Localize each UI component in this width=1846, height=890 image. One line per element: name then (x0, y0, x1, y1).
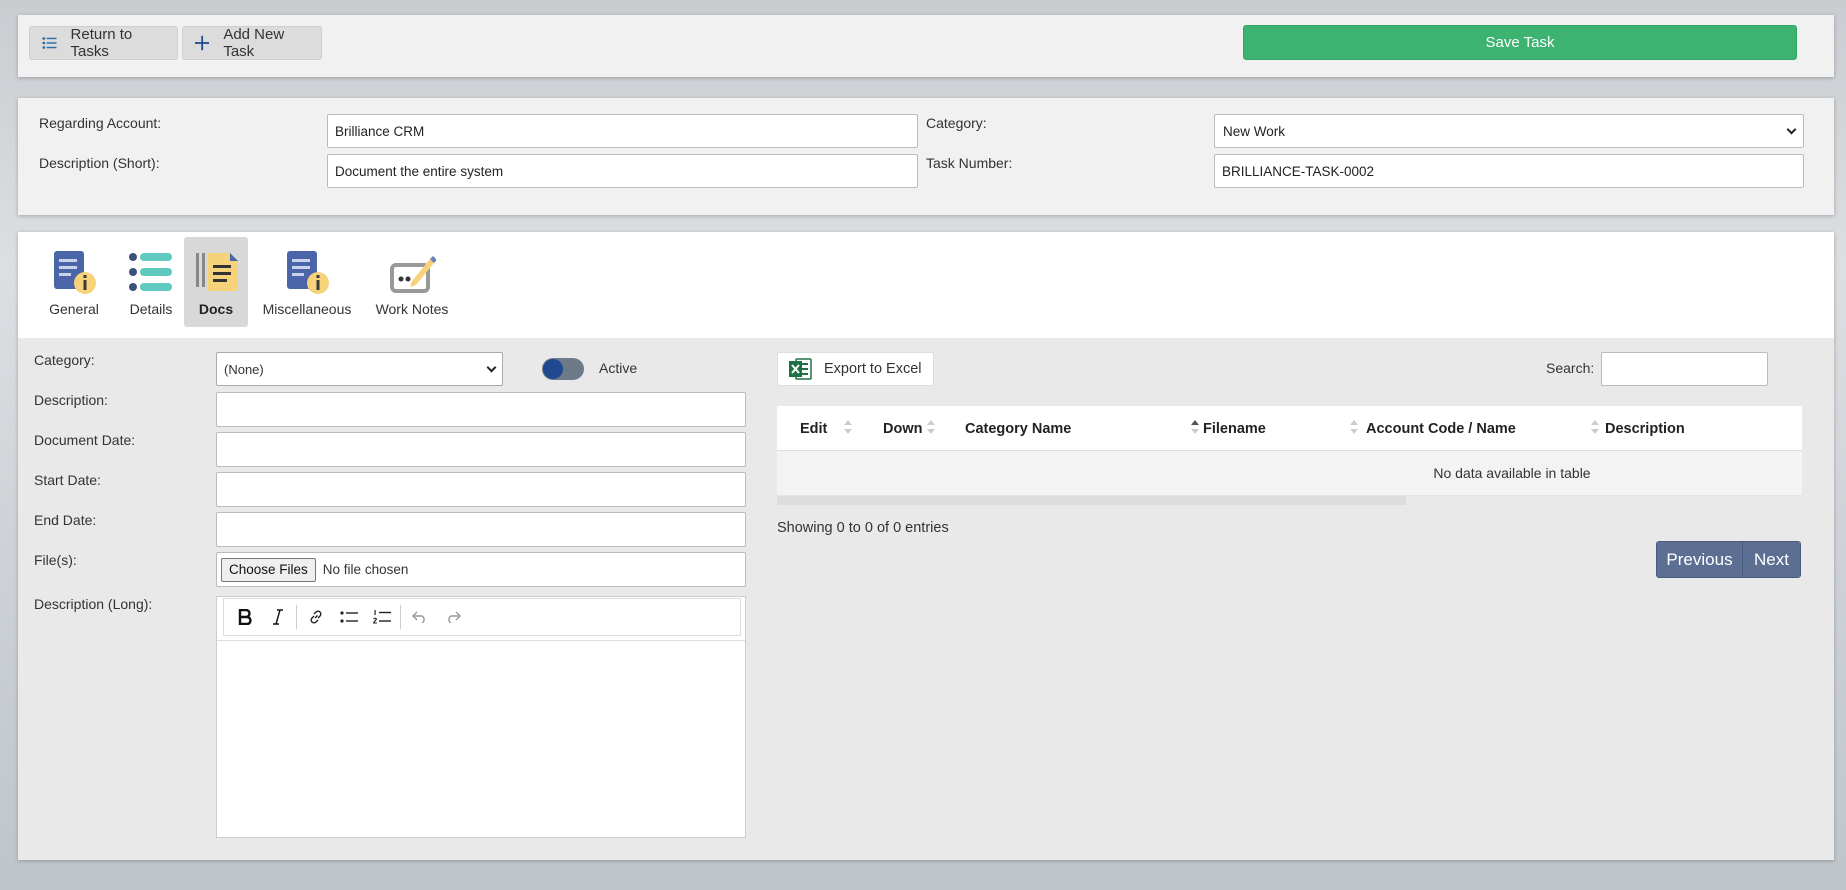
redo-icon (447, 611, 461, 623)
undo-button[interactable] (403, 602, 436, 632)
toolbar-divider (400, 605, 401, 629)
search-label: Search: (1546, 360, 1595, 376)
toolbar-divider (296, 605, 297, 629)
tab-miscellaneous-label: Miscellaneous (262, 301, 352, 317)
doc-description-input[interactable] (216, 392, 746, 427)
numbered-list-button[interactable] (365, 602, 398, 632)
start-date-input[interactable] (216, 472, 746, 507)
link-button[interactable] (299, 602, 332, 632)
tab-general-label: General (49, 301, 99, 317)
undo-icon (411, 611, 425, 623)
link-icon (309, 610, 322, 624)
next-page-button[interactable]: Next (1743, 542, 1800, 577)
add-new-task-label: Add New Task (223, 26, 285, 60)
notes-pencil-icon (390, 256, 436, 293)
document-info-icon (287, 251, 329, 294)
bold-button[interactable] (228, 602, 261, 632)
tab-general[interactable]: General (44, 237, 104, 327)
regarding-account-field[interactable]: Brilliance CRM (327, 114, 918, 148)
tab-miscellaneous[interactable]: Miscellaneous (258, 237, 356, 327)
entries-info: Showing 0 to 0 of 0 entries (777, 520, 949, 536)
short-description-field[interactable]: Document the entire system (327, 154, 918, 188)
no-file-chosen-text: No file chosen (322, 562, 409, 577)
column-header-category-name[interactable]: Category Name (965, 406, 1071, 451)
tab-work-notes[interactable]: Work Notes (370, 237, 454, 327)
task-number-label: Task Number: (926, 155, 1013, 171)
italic-button[interactable] (261, 602, 294, 632)
tab-docs-label: Docs (198, 301, 234, 317)
long-description-label: Description (Long): (34, 596, 153, 612)
excel-icon (789, 358, 812, 380)
regarding-account-label: Regarding Account: (39, 115, 162, 131)
list-icon (42, 37, 57, 49)
previous-page-button[interactable]: Previous (1657, 542, 1743, 577)
column-header-description[interactable]: Description (1605, 406, 1685, 451)
doc-category-label: Category: (34, 352, 95, 368)
empty-table-message: No data available in table (1433, 465, 1591, 481)
chevron-down-icon (486, 362, 497, 372)
doc-description-label: Description: (34, 392, 108, 408)
short-description-label: Description (Short): (39, 155, 160, 171)
column-header-edit[interactable]: Edit (800, 406, 827, 451)
files-label: File(s): (34, 552, 77, 568)
return-to-tasks-button[interactable]: Return to Tasks (29, 26, 178, 60)
column-header-filename[interactable]: Filename (1203, 406, 1266, 451)
export-to-excel-label: Export to Excel (824, 361, 922, 377)
italic-icon (272, 609, 283, 625)
export-to-excel-button[interactable]: Export to Excel (777, 352, 934, 386)
add-new-task-button[interactable]: Add New Task (182, 26, 322, 60)
main-panel: General Details Docs Miscellaneous Work … (18, 232, 1834, 860)
tab-bar: General Details Docs Miscellaneous Work … (18, 232, 1834, 338)
toggle-knob (543, 359, 563, 379)
category-select-value: New Work (1223, 123, 1286, 139)
task-header-form: Regarding Account: Brilliance CRM Catego… (18, 98, 1834, 215)
plus-icon (195, 35, 210, 51)
category-label: Category: (926, 115, 987, 131)
bullet-list-button[interactable] (332, 602, 365, 632)
long-description-editor (216, 596, 746, 838)
doc-category-value: (None) (224, 361, 264, 377)
end-date-input[interactable] (216, 512, 746, 547)
end-date-label: End Date: (34, 512, 97, 528)
task-number-field[interactable]: BRILLIANCE-TASK-0002 (1214, 154, 1804, 188)
doc-category-select[interactable]: (None) (216, 352, 503, 386)
active-toggle[interactable] (542, 358, 584, 380)
editor-toolbar (223, 598, 741, 636)
chevron-down-icon (1786, 124, 1797, 134)
sort-icon (844, 420, 852, 436)
bullet-list-icon (339, 611, 358, 623)
document-info-icon (54, 251, 96, 294)
grid-header: Edit Down Category Name Filename Account… (777, 406, 1802, 451)
bold-icon (238, 609, 252, 625)
return-to-tasks-label: Return to Tasks (70, 26, 133, 60)
table-row: No data available in table (777, 451, 1802, 496)
list-icon (129, 253, 172, 291)
tab-details[interactable]: Details (122, 237, 180, 327)
tab-work-notes-label: Work Notes (375, 301, 449, 317)
document-date-input[interactable] (216, 432, 746, 467)
search-input[interactable] (1601, 352, 1768, 386)
document-date-label: Document Date: (34, 432, 136, 448)
sort-icon (1350, 420, 1358, 436)
save-task-button[interactable]: Save Task (1243, 25, 1797, 60)
column-header-down[interactable]: Down (883, 406, 922, 451)
start-date-label: Start Date: (34, 472, 101, 488)
category-select[interactable]: New Work (1214, 114, 1804, 148)
tab-docs[interactable]: Docs (184, 237, 248, 327)
sort-icon (927, 420, 935, 436)
horizontal-scrollbar[interactable] (777, 496, 1406, 505)
sort-ascending-icon (1191, 420, 1199, 436)
tab-details-label: Details (129, 301, 173, 317)
numbered-list-icon (372, 610, 391, 624)
top-toolbar: Return to Tasks Add New Task Save Task (18, 15, 1834, 77)
file-input[interactable]: Choose Files No file chosen (216, 552, 746, 587)
column-header-account-code-name[interactable]: Account Code / Name (1366, 406, 1516, 451)
editor-content-area[interactable] (217, 640, 745, 837)
docs-icon (196, 253, 238, 291)
pagination: Previous Next (1656, 541, 1801, 578)
choose-files-button[interactable]: Choose Files (221, 557, 316, 582)
redo-button[interactable] (436, 602, 469, 632)
sort-icon (1591, 420, 1599, 436)
active-label: Active (599, 360, 638, 376)
